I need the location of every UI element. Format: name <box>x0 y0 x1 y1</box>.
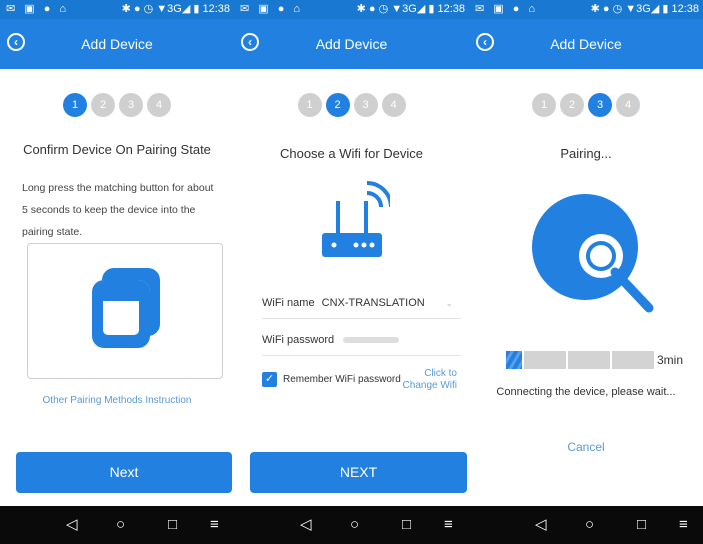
nav-back-icon[interactable]: ◁ <box>535 506 547 544</box>
page-title: Add Device <box>81 36 153 52</box>
chevron-left-icon: ‹ <box>14 35 18 49</box>
step-4: 4 <box>616 93 640 117</box>
step-2: 2 <box>560 93 584 117</box>
router-icon <box>322 181 390 257</box>
system-status: ✱ ● ◷ ▼3G◢ ▮ 12:38 <box>356 3 465 15</box>
system-status: ✱ ● ◷ ▼3G◢ ▮ 12:38 <box>590 3 699 15</box>
step-indicator: 1234 <box>234 93 469 117</box>
password-mask <box>343 337 400 344</box>
android-nav-bar: ◁ ○ □ ≡ <box>234 506 469 544</box>
next-button[interactable]: NEXT <box>250 452 467 493</box>
back-button[interactable]: ‹ <box>476 33 494 51</box>
step-4: 4 <box>147 93 171 117</box>
screen-choose-wifi: ✉ ▣ ● ⌂ ✱ ● ◷ ▼3G◢ ▮ 12:38 Add Device ‹ … <box>234 0 469 544</box>
android-nav-bar: ◁ ○ □ ≡ <box>0 506 234 544</box>
pairing-progress-bar <box>506 351 654 369</box>
other-pairing-methods-link[interactable]: Other Pairing Methods Instruction <box>0 395 234 406</box>
change-wifi-link[interactable]: Click to Change Wifi <box>393 368 457 392</box>
step-3: 3 <box>588 93 612 117</box>
progress-fill <box>506 351 522 369</box>
status-bar: ✉ ▣ ● ⌂ ✱ ● ◷ ▼3G◢ ▮ 12:38 <box>469 0 703 19</box>
step-2: 2 <box>325 93 350 117</box>
screen-pairing: ✉ ▣ ● ⌂ ✱ ● ◷ ▼3G◢ ▮ 12:38 Add Device ‹ … <box>469 0 703 544</box>
time-remaining: 3min <box>657 353 684 367</box>
nav-recent-icon[interactable]: □ <box>637 506 646 544</box>
nav-recent-icon[interactable]: □ <box>402 506 411 544</box>
step-heading: Pairing... <box>560 146 612 161</box>
notification-icons: ✉ ▣ ● ⌂ <box>6 3 70 15</box>
progress-segment <box>568 351 610 369</box>
progress-segment <box>612 351 654 369</box>
nav-recent-icon[interactable]: □ <box>168 506 177 544</box>
step-3: 3 <box>119 93 143 117</box>
chevron-left-icon: ‹ <box>248 35 252 49</box>
page-title: Add Device <box>550 36 622 52</box>
back-button[interactable]: ‹ <box>7 33 25 51</box>
step-1: 1 <box>63 93 87 117</box>
chevron-left-icon: ‹ <box>483 35 487 49</box>
remember-password-checkbox[interactable]: ✓ <box>262 372 277 387</box>
step-2: 2 <box>91 93 115 117</box>
nav-home-icon[interactable]: ○ <box>585 506 594 544</box>
title-bar: Add Device ‹ <box>234 19 469 69</box>
nav-extra-icon[interactable]: ≡ <box>679 506 688 544</box>
screen-confirm-pairing: ✉ ▣ ● ⌂ ✱ ● ◷ ▼3G◢ ▮ 12:38 Add Device ‹ … <box>0 0 234 544</box>
wifi-name-label: WiFi name <box>262 297 315 309</box>
back-button[interactable]: ‹ <box>241 33 259 51</box>
status-bar: ✉ ▣ ● ⌂ ✱ ● ◷ ▼3G◢ ▮ 12:38 <box>0 0 234 19</box>
chevron-down-icon[interactable]: ⌄ <box>445 288 453 318</box>
step-1: 1 <box>297 93 322 117</box>
connecting-status: Connecting the device, please wait... <box>496 386 676 398</box>
wifi-password-label: WiFi password <box>262 334 335 346</box>
android-nav-bar: ◁ ○ □ ≡ <box>469 506 703 544</box>
nav-extra-icon[interactable]: ≡ <box>444 506 453 544</box>
step-heading: Confirm Device On Pairing State <box>23 142 211 157</box>
pairing-device-icon <box>92 268 160 348</box>
nav-home-icon[interactable]: ○ <box>350 506 359 544</box>
system-status: ✱ ● ◷ ▼3G◢ ▮ 12:38 <box>121 3 230 15</box>
step-3: 3 <box>353 93 378 117</box>
step-4: 4 <box>381 93 406 117</box>
step-1: 1 <box>532 93 556 117</box>
title-bar: Add Device ‹ <box>469 19 703 69</box>
page-title: Add Device <box>315 36 388 52</box>
wifi-name-value: CNX-TRANSLATION <box>321 297 425 309</box>
step-heading: Choose a Wifi for Device <box>279 146 424 161</box>
step-indicator: 1234 <box>0 93 234 117</box>
nav-extra-icon[interactable]: ≡ <box>210 506 219 544</box>
wifi-password-field[interactable]: WiFi password <box>262 325 461 356</box>
wifi-name-field[interactable]: WiFi name CNX-TRANSLATION ⌄ <box>262 288 461 319</box>
notification-icons: ✉ ▣ ● ⌂ <box>475 3 539 15</box>
nav-back-icon[interactable]: ◁ <box>300 506 312 544</box>
title-bar: Add Device ‹ <box>0 19 234 69</box>
status-bar: ✉ ▣ ● ⌂ ✱ ● ◷ ▼3G◢ ▮ 12:38 <box>234 0 469 19</box>
progress-segment <box>524 351 566 369</box>
remember-password-label: Remember WiFi password <box>283 374 401 385</box>
notification-icons: ✉ ▣ ● ⌂ <box>240 3 304 15</box>
instruction-text: Long press the matching button for about… <box>22 182 214 238</box>
cancel-link[interactable]: Cancel <box>469 440 703 454</box>
device-illustration <box>27 243 223 379</box>
next-button[interactable]: Next <box>16 452 232 493</box>
nav-back-icon[interactable]: ◁ <box>66 506 78 544</box>
step-indicator: 1234 <box>469 93 703 117</box>
search-pairing-icon <box>532 194 654 313</box>
nav-home-icon[interactable]: ○ <box>116 506 125 544</box>
